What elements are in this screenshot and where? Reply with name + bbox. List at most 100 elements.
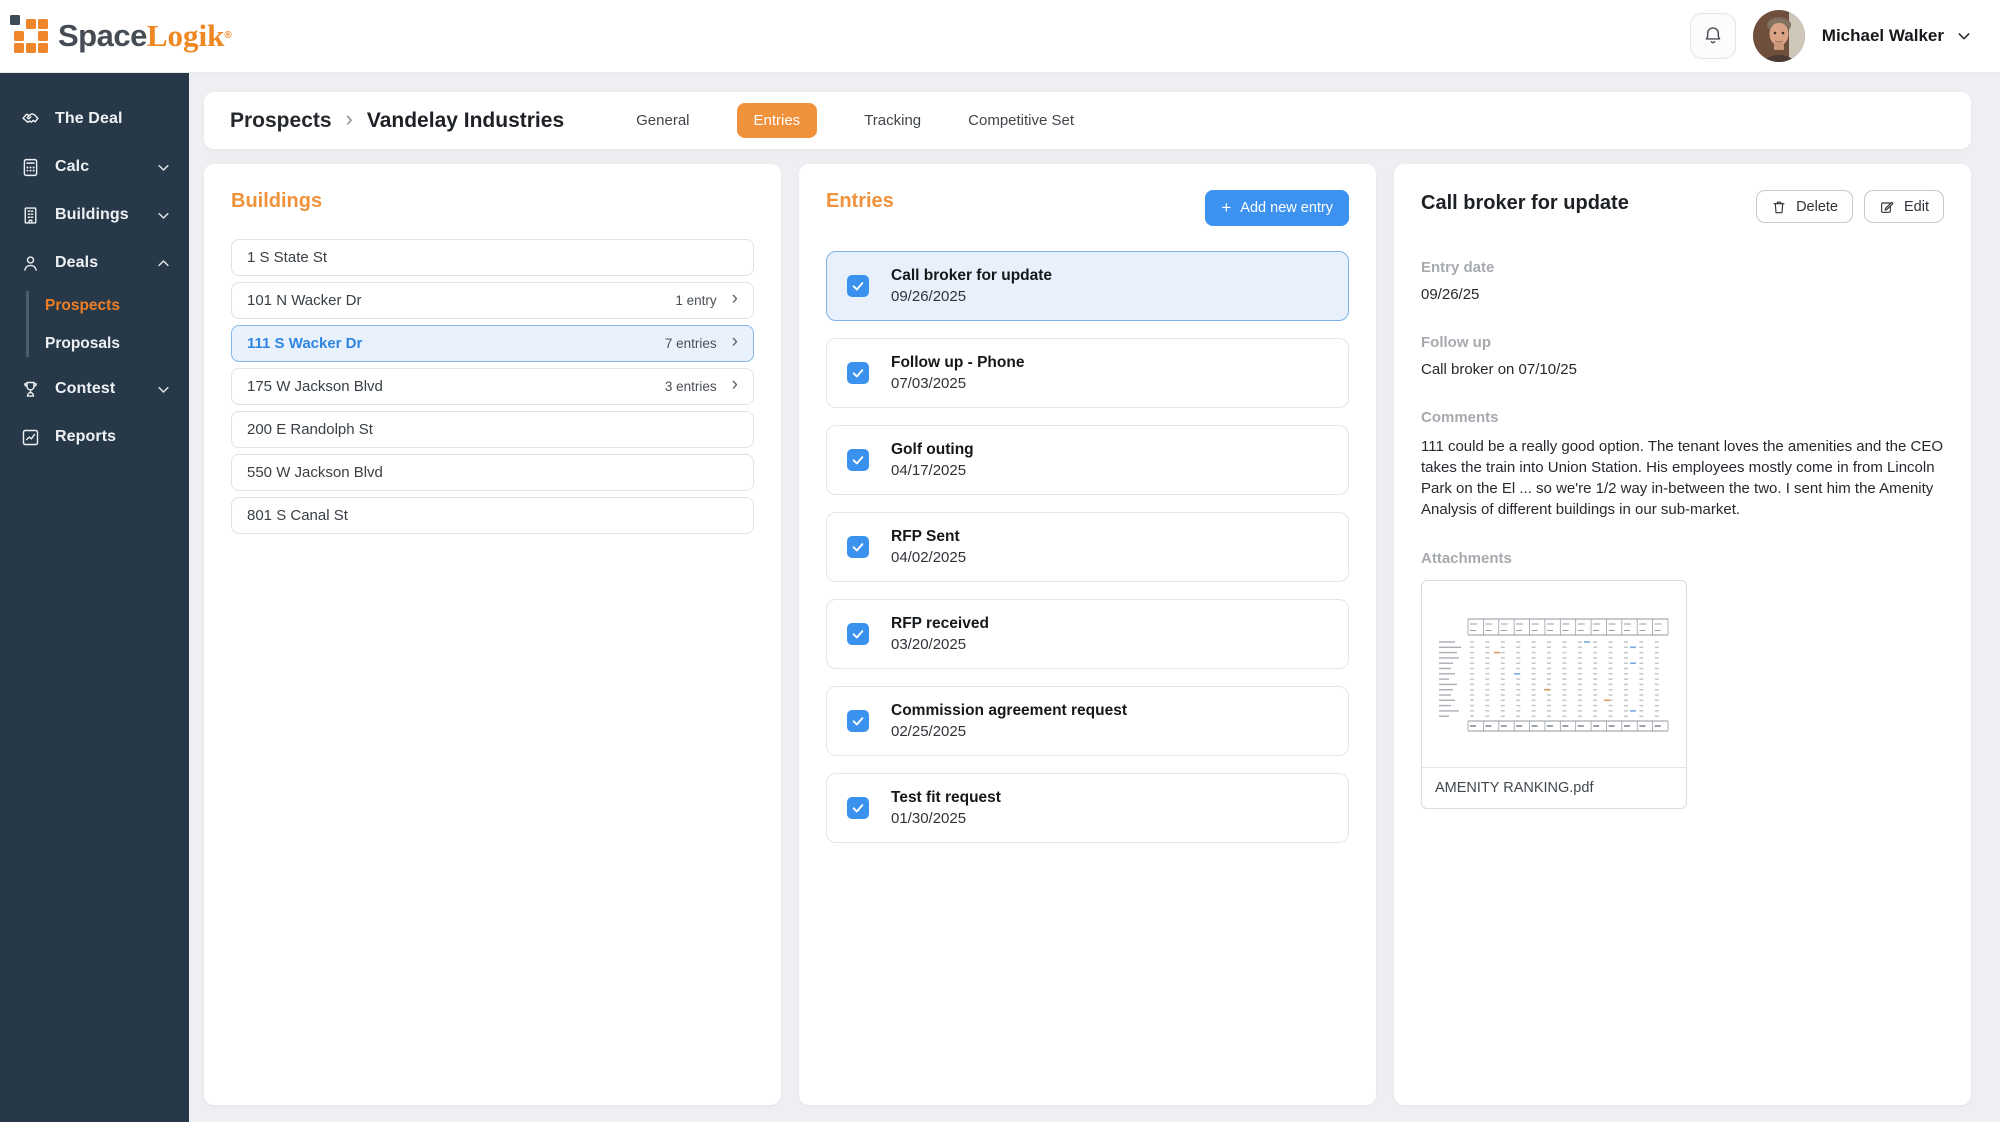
entry-checkbox[interactable] [847,275,869,297]
sidebar-item-buildings[interactable]: Buildings [0,191,189,239]
building-row-200-e-randolph-st[interactable]: 200 E Randolph St [231,411,754,448]
edit-button-label: Edit [1904,199,1929,215]
entry-card-rfp-received[interactable]: RFP received03/20/2025 [826,599,1349,669]
entry-card-call-broker-for-update[interactable]: Call broker for update09/26/2025 [826,251,1349,321]
edit-button[interactable]: Edit [1864,190,1944,223]
delete-button-label: Delete [1796,199,1838,215]
sidebar-subnav: Prospects Proposals [26,291,189,357]
entry-checkbox[interactable] [847,536,869,558]
breadcrumb-prospects-link[interactable]: Prospects [230,109,332,133]
sidebar-item-label: Deals [55,254,98,272]
sidebar-item-proposals[interactable]: Proposals [45,335,189,353]
entry-date: 01/30/2025 [891,810,1001,827]
tab-competitive-set[interactable]: Competitive Set [968,103,1074,138]
avatar[interactable] [1753,10,1805,62]
delete-button[interactable]: Delete [1756,190,1853,223]
buildings-panel: Buildings 1 S State St101 N Wacker Dr1 e… [204,164,781,1105]
sidebar-item-label: Calc [55,158,89,176]
building-name: 1 S State St [247,249,327,266]
entry-checkbox[interactable] [847,449,869,471]
entry-card-rfp-sent[interactable]: RFP Sent 04/02/2025 [826,512,1349,582]
sidebar-nav: The Deal Calc Buildings Deals Prospects Propo… [0,73,189,461]
tab-tracking[interactable]: Tracking [864,103,921,138]
chevron-up-icon [156,256,171,271]
sidebar-item-calc[interactable]: Calc [0,143,189,191]
tab-entries[interactable]: Entries [737,103,818,138]
brand-name-primary: Space [58,18,147,53]
entry-card-test-fit-request[interactable]: Test fit request01/30/2025 [826,773,1349,843]
building-row-550-w-jackson-blvd[interactable]: 550 W Jackson Blvd [231,454,754,491]
entry-checkbox[interactable] [847,623,869,645]
entry-text: Test fit request01/30/2025 [891,789,1001,827]
building-icon [20,204,42,226]
sidebar-item-contest[interactable]: Contest [0,365,189,413]
entry-detail-fields: Entry date09/26/25Follow upCall broker o… [1421,259,1944,520]
registered-mark: ® [224,30,231,41]
brand-logo: SpaceLogik® [14,17,231,55]
entry-detail-header: Call broker for update Delete [1421,190,1944,223]
entry-text: Commission agreement request 02/25/2025 [891,702,1127,740]
building-row-111-s-wacker-dr[interactable]: 111 S Wacker Dr 7 entries› [231,325,754,362]
entry-date: 02/25/2025 [891,723,1127,740]
attachment-preview-table [1434,609,1674,739]
sidebar-item-reports[interactable]: Reports [0,413,189,461]
chart-icon [20,426,42,448]
building-entry-count: 3 entries [665,379,717,394]
detail-field-label: Entry date [1421,259,1944,276]
trophy-icon [20,378,42,400]
content-panels: Buildings 1 S State St101 N Wacker Dr1 e… [204,164,1971,1105]
bell-icon [1702,25,1724,47]
entry-title: Call broker for update [891,267,1052,285]
entry-card-follow-up-phone[interactable]: Follow up - Phone07/03/2025 [826,338,1349,408]
building-name: 200 E Randolph St [247,421,373,438]
building-row-101-n-wacker-dr[interactable]: 101 N Wacker Dr 1 entry › [231,282,754,319]
edit-icon [1879,199,1895,215]
sidebar-item-label: Reports [55,428,116,446]
chevron-down-icon [156,382,171,397]
detail-field-entry-date: Entry date 09/26/25 [1421,259,1944,303]
entry-date: 04/17/2025 [891,462,974,479]
attachments-label: Attachments [1421,550,1944,567]
entry-text: Call broker for update09/26/2025 [891,267,1052,305]
brand-logo-text: SpaceLogik® [58,17,231,55]
attachment-filename: AMENITY RANKING.pdf [1422,767,1686,808]
entry-checkbox[interactable] [847,362,869,384]
chevron-down-icon [1956,28,1972,44]
sidebar-item-deals[interactable]: Deals [0,239,189,287]
user-name: Michael Walker [1822,26,1944,46]
building-name: 101 N Wacker Dr [247,292,361,309]
building-row-801-s-canal-st[interactable]: 801 S Canal St [231,497,754,534]
notifications-button[interactable] [1690,13,1736,59]
detail-field-value: Call broker on 07/10/25 [1421,361,1944,378]
brand-logo-icon [14,19,51,54]
building-row-175-w-jackson-blvd[interactable]: 175 W Jackson Blvd3 entries› [231,368,754,405]
entry-title: RFP Sent [891,528,966,546]
top-header: SpaceLogik® [0,0,2000,73]
building-row-meta: 7 entries› [665,334,738,353]
chevron-right-icon: › [732,289,738,308]
plus-icon: + [1221,199,1231,216]
breadcrumb-bar: Prospects › Vandelay Industries GeneralE… [204,92,1971,149]
entry-detail-title: Call broker for update [1421,190,1629,215]
attachment-preview [1422,581,1686,767]
entry-title: Commission agreement request [891,702,1127,720]
sidebar-item-label: Contest [55,380,115,398]
entry-card-commission-agreement-request[interactable]: Commission agreement request 02/25/2025 [826,686,1349,756]
sidebar-item-prospects[interactable]: Prospects [45,297,189,315]
building-entry-count: 1 entry [675,293,716,308]
detail-field-value: 09/26/25 [1421,286,1944,303]
building-row-1-s-state-st[interactable]: 1 S State St [231,239,754,276]
user-menu[interactable]: Michael Walker [1822,26,1972,46]
building-name: 111 S Wacker Dr [247,335,362,352]
tab-general[interactable]: General [636,103,689,138]
attachment-card[interactable]: AMENITY RANKING.pdf [1421,580,1687,809]
sidebar-item-the-deal[interactable]: The Deal [0,95,189,143]
brand-name-secondary: Logik [147,18,225,53]
entry-card-golf-outing[interactable]: Golf outing04/17/2025 [826,425,1349,495]
add-new-entry-button[interactable]: + Add new entry [1205,190,1349,226]
entry-date: 04/02/2025 [891,549,966,566]
breadcrumb-separator-icon: › [346,108,353,130]
entry-checkbox[interactable] [847,710,869,732]
entry-checkbox[interactable] [847,797,869,819]
main-content: Prospects › Vandelay Industries GeneralE… [189,73,2000,1122]
